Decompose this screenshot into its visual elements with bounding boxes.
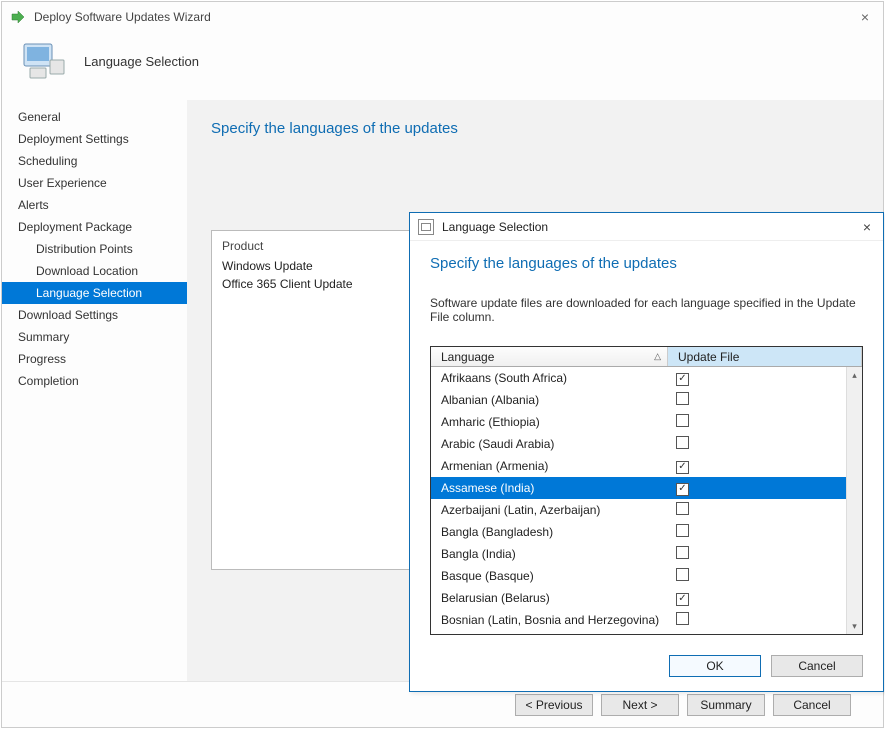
updatefile-cell (668, 392, 846, 408)
sidebar-item-language-selection[interactable]: Language Selection (2, 282, 187, 304)
language-cell: Bangla (Bangladesh) (431, 525, 668, 539)
updatefile-cell (668, 612, 846, 628)
sidebar-item-deployment-settings[interactable]: Deployment Settings (2, 128, 187, 150)
table-row[interactable]: Bangla (Bangladesh) (431, 521, 846, 543)
scroll-down-icon[interactable]: ▾ (847, 618, 862, 634)
dialog-cancel-button[interactable]: Cancel (771, 655, 863, 677)
dialog-close-icon[interactable]: × (859, 219, 875, 235)
updatefile-cell: ✓ (668, 480, 846, 496)
checkbox[interactable] (676, 502, 689, 515)
checkbox[interactable]: ✓ (676, 593, 689, 606)
col-update-file[interactable]: Update File (668, 347, 862, 366)
table-row[interactable]: Belarusian (Belarus) ✓ (431, 587, 846, 609)
scroll-up-icon[interactable]: ▴ (847, 367, 862, 383)
grid-header: Language △ Update File (431, 347, 862, 367)
language-cell: Bangla (India) (431, 547, 668, 561)
wizard-header: Language Selection (2, 32, 883, 100)
summary-button[interactable]: Summary (687, 694, 765, 716)
col-language[interactable]: Language △ (431, 347, 668, 366)
checkbox[interactable] (676, 568, 689, 581)
sidebar-item-summary[interactable]: Summary (2, 326, 187, 348)
table-row[interactable]: Arabic (Saudi Arabia) (431, 433, 846, 455)
table-row[interactable]: Bosnian (Latin, Bosnia and Herzegovina) (431, 609, 846, 631)
wizard-arrow-icon (10, 9, 26, 25)
table-row[interactable]: Amharic (Ethiopia) (431, 411, 846, 433)
language-cell: Assamese (India) (431, 481, 668, 495)
table-row[interactable]: Basque (Basque) (431, 565, 846, 587)
main-header: Specify the languages of the updates (211, 120, 859, 137)
table-row[interactable]: Assamese (India) ✓ (431, 477, 846, 499)
checkbox[interactable] (676, 436, 689, 449)
checkbox[interactable] (676, 524, 689, 537)
checkbox[interactable] (676, 612, 689, 625)
dialog-buttons: OK Cancel (410, 643, 883, 691)
updatefile-cell: ✓ (668, 458, 846, 474)
wizard-window: Deploy Software Updates Wizard × Languag… (1, 1, 884, 728)
dialog-titlebar: Language Selection × (410, 213, 883, 241)
sidebar-item-alerts[interactable]: Alerts (2, 194, 187, 216)
sidebar-item-scheduling[interactable]: Scheduling (2, 150, 187, 172)
updatefile-cell (668, 524, 846, 540)
previous-button[interactable]: < Previous (515, 694, 593, 716)
window-title: Deploy Software Updates Wizard (34, 10, 855, 24)
updatefile-cell (668, 502, 846, 518)
language-cell: Basque (Basque) (431, 569, 668, 583)
col-updatefile-label: Update File (678, 350, 739, 364)
checkbox[interactable] (676, 414, 689, 427)
sidebar-item-download-location[interactable]: Download Location (2, 260, 187, 282)
updatefile-cell: ✓ (668, 590, 846, 606)
checkbox[interactable]: ✓ (676, 373, 689, 386)
dialog-description: Software update files are downloaded for… (430, 296, 863, 324)
language-cell: Bosnian (Latin, Bosnia and Herzegovina) (431, 613, 668, 627)
dialog-header: Specify the languages of the updates (430, 255, 863, 272)
titlebar: Deploy Software Updates Wizard × (2, 2, 883, 32)
sort-asc-icon: △ (654, 351, 661, 362)
language-cell: Arabic (Saudi Arabia) (431, 437, 668, 451)
language-cell: Belarusian (Belarus) (431, 591, 668, 605)
col-language-label: Language (441, 350, 494, 364)
language-cell: Azerbaijani (Latin, Azerbaijan) (431, 503, 668, 517)
table-row[interactable]: Armenian (Armenia) ✓ (431, 455, 846, 477)
cancel-button[interactable]: Cancel (773, 694, 851, 716)
language-cell: Amharic (Ethiopia) (431, 415, 668, 429)
sidebar-item-completion[interactable]: Completion (2, 370, 187, 392)
checkbox[interactable] (676, 546, 689, 559)
language-cell: Armenian (Armenia) (431, 459, 668, 473)
updatefile-cell (668, 568, 846, 584)
sidebar-item-progress[interactable]: Progress (2, 348, 187, 370)
updatefile-cell (668, 546, 846, 562)
sidebar-item-user-experience[interactable]: User Experience (2, 172, 187, 194)
language-cell: Afrikaans (South Africa) (431, 371, 668, 385)
language-grid: Language △ Update File Afrikaans (South … (430, 346, 863, 635)
sidebar-item-deployment-package[interactable]: Deployment Package (2, 216, 187, 238)
sidebar-item-download-settings[interactable]: Download Settings (2, 304, 187, 326)
table-row[interactable]: Afrikaans (South Africa) ✓ (431, 367, 846, 389)
checkbox[interactable]: ✓ (676, 483, 689, 496)
window-icon (418, 219, 434, 235)
checkbox[interactable]: ✓ (676, 461, 689, 474)
language-selection-dialog: Language Selection × Specify the languag… (409, 212, 884, 692)
updatefile-cell (668, 414, 846, 430)
next-button[interactable]: Next > (601, 694, 679, 716)
updatefile-cell (668, 436, 846, 452)
sidebar: GeneralDeployment SettingsSchedulingUser… (2, 100, 187, 683)
grid-body: Afrikaans (South Africa) ✓ Albanian (Alban… (431, 367, 862, 634)
table-row[interactable]: Albanian (Albania) (431, 389, 846, 411)
dialog-title: Language Selection (442, 220, 859, 234)
language-cell: Albanian (Albania) (431, 393, 668, 407)
updatefile-cell: ✓ (668, 370, 846, 386)
close-icon[interactable]: × (855, 9, 875, 25)
ok-button[interactable]: OK (669, 655, 761, 677)
scrollbar[interactable]: ▴ ▾ (846, 367, 862, 634)
table-row[interactable]: Azerbaijani (Latin, Azerbaijan) (431, 499, 846, 521)
sidebar-item-distribution-points[interactable]: Distribution Points (2, 238, 187, 260)
computer-icon (20, 40, 68, 82)
dialog-body: Specify the languages of the updates Sof… (410, 241, 883, 643)
sidebar-item-general[interactable]: General (2, 106, 187, 128)
checkbox[interactable] (676, 392, 689, 405)
table-row[interactable]: Bangla (India) (431, 543, 846, 565)
wizard-step-title: Language Selection (84, 54, 199, 69)
